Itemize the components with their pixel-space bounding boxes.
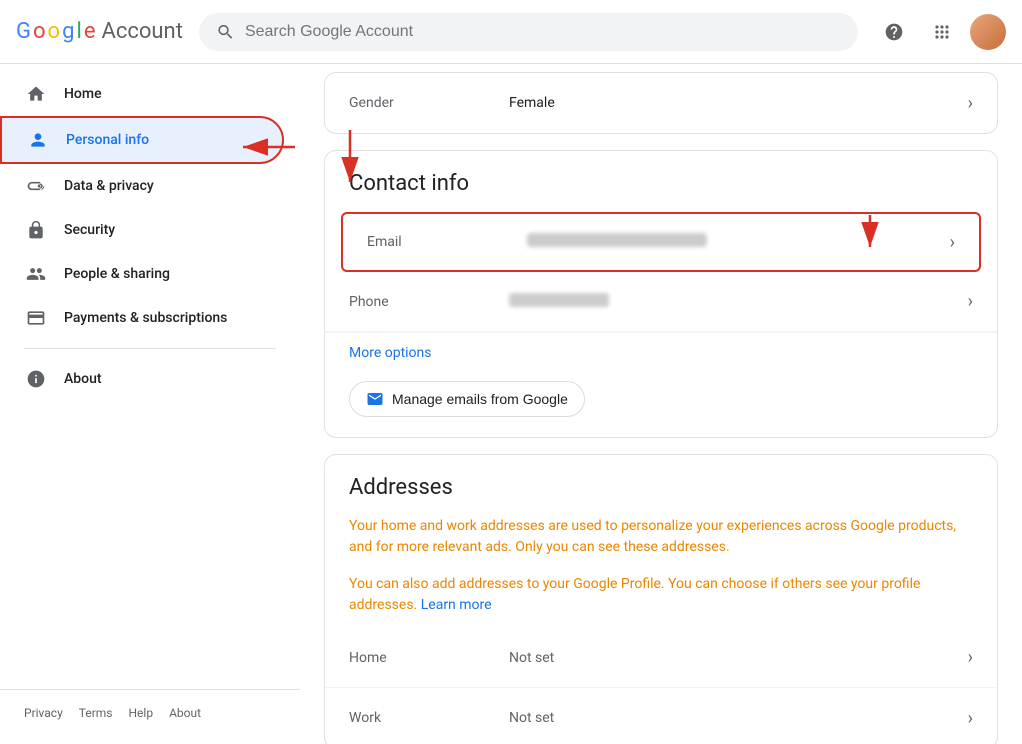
work-address-label: Work [349, 710, 509, 726]
sidebar-item-about[interactable]: About [0, 357, 284, 401]
work-address-row[interactable]: Work Not set › [325, 688, 997, 744]
sidebar-item-personal-info[interactable]: Personal info [0, 116, 284, 164]
layout: Home Personal info Data & privacy Securi… [0, 64, 1022, 744]
footer-privacy[interactable]: Privacy [24, 706, 63, 720]
avatar[interactable] [970, 14, 1006, 50]
contact-info-card: Contact info Email › Phone › [324, 150, 998, 438]
card-icon [24, 308, 48, 328]
lock-icon [24, 220, 48, 240]
phone-blurred [509, 293, 609, 307]
home-address-chevron: › [968, 647, 973, 668]
search-input[interactable] [245, 23, 841, 41]
phone-value [509, 293, 960, 311]
header: Google Account [0, 0, 1022, 64]
apps-button[interactable] [922, 12, 962, 52]
email-label: Email [367, 234, 527, 250]
gender-value: Female [509, 95, 960, 111]
email-chevron: › [950, 232, 955, 253]
footer-terms[interactable]: Terms [79, 706, 113, 720]
toggle-icon [24, 176, 48, 196]
manage-emails-label: Manage emails from Google [392, 391, 568, 407]
home-address-value: Not set [509, 650, 960, 666]
work-address-value: Not set [509, 710, 960, 726]
gender-row[interactable]: Gender Female › [325, 73, 997, 133]
addresses-card: Addresses Your home and work addresses a… [324, 454, 998, 744]
header-actions [874, 12, 1006, 52]
people-icon [24, 264, 48, 284]
info-icon [24, 369, 48, 389]
apps-icon [932, 22, 952, 42]
learn-more-link[interactable]: Learn more [421, 597, 492, 613]
search-icon [216, 22, 235, 42]
home-icon [24, 84, 48, 104]
phone-label: Phone [349, 294, 509, 310]
sidebar: Home Personal info Data & privacy Securi… [0, 64, 300, 744]
email-icon [366, 390, 384, 408]
addresses-description1: Your home and work addresses are used to… [325, 512, 997, 570]
help-button[interactable] [874, 12, 914, 52]
work-address-chevron: › [968, 708, 973, 729]
google-logo: Google Account [16, 19, 183, 44]
footer-about[interactable]: About [169, 706, 201, 720]
more-options-link[interactable]: More options [325, 337, 456, 377]
contact-info-title: Contact info [325, 151, 997, 208]
sidebar-item-home[interactable]: Home [0, 72, 284, 116]
search-bar [199, 13, 858, 51]
sidebar-item-people-sharing[interactable]: People & sharing [0, 252, 284, 296]
sidebar-item-security[interactable]: Security [0, 208, 284, 252]
sidebar-item-payments[interactable]: Payments & subscriptions [0, 296, 284, 340]
addresses-title: Addresses [325, 455, 997, 512]
addresses-description2: You can also add addresses to your Googl… [325, 570, 997, 628]
gender-card: Gender Female › [324, 72, 998, 134]
sidebar-item-data-privacy[interactable]: Data & privacy [0, 164, 284, 208]
sidebar-footer: Privacy Terms Help About [0, 689, 300, 736]
person-icon [26, 130, 50, 150]
gender-label: Gender [349, 95, 509, 111]
phone-chevron: › [968, 291, 973, 312]
email-blurred [527, 233, 707, 247]
email-row[interactable]: Email › [341, 212, 981, 272]
email-value [527, 233, 942, 251]
phone-row[interactable]: Phone › [325, 272, 997, 332]
main-content: Gender Female › Contact info Email › [300, 64, 1022, 744]
footer-help[interactable]: Help [129, 706, 154, 720]
header-title: Account [101, 19, 182, 44]
home-address-label: Home [349, 650, 509, 666]
gender-chevron: › [968, 93, 973, 114]
home-address-row[interactable]: Home Not set › [325, 628, 997, 688]
help-icon [884, 22, 904, 42]
manage-emails-button[interactable]: Manage emails from Google [349, 381, 585, 417]
